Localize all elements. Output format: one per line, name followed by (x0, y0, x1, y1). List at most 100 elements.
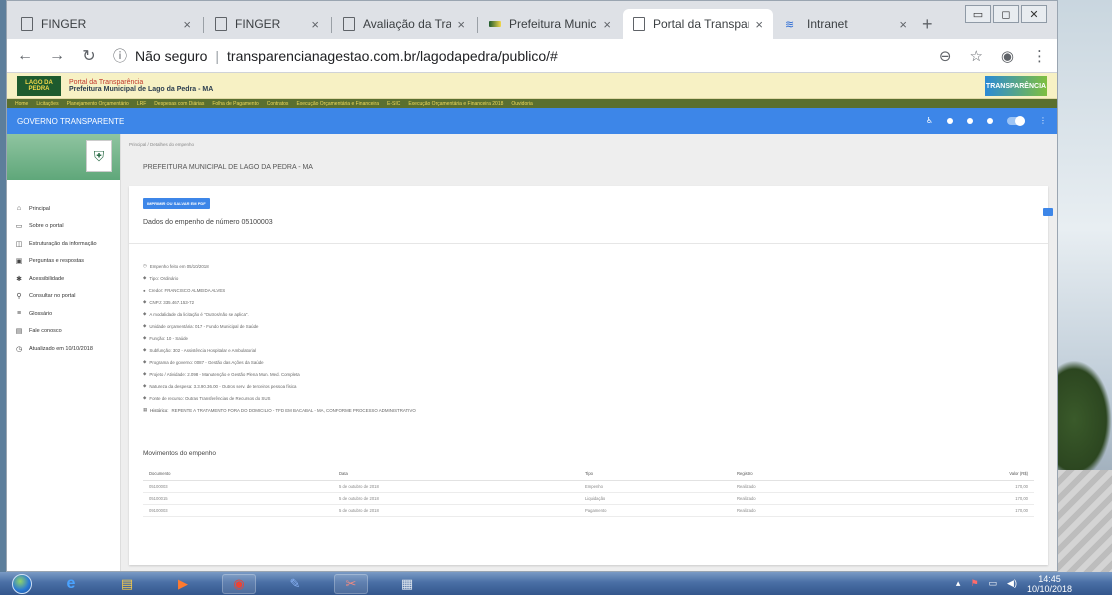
menu-item[interactable]: LRF (137, 101, 146, 107)
document-icon: ▦ (143, 407, 148, 412)
menu-item[interactable]: Home (15, 101, 28, 107)
menu-item[interactable]: Execução Orçamentária e Financeira 2018 (408, 101, 503, 107)
network-icon[interactable]: ▭ (989, 578, 998, 589)
menu-item[interactable]: Ouvidoria (511, 101, 532, 107)
menu-item[interactable]: Planejamento Orçamentário (67, 101, 129, 107)
sidebar: ⛨ ⌂ Principal ▭ Sobre o portal ◫ Estruturaç… (7, 134, 121, 571)
transparencia-logo[interactable]: TRANSPARÊNCIA (985, 76, 1047, 96)
menu-item[interactable]: Despesas com Diárias (154, 101, 204, 107)
font-increase-icon[interactable] (967, 117, 973, 124)
maximize-button[interactable]: ◻ (993, 5, 1019, 23)
table-row: 09100003 5 de outubro de 2018 Pagamento … (143, 504, 1034, 517)
paint-icon[interactable]: ✎ (278, 574, 312, 594)
action-center-icon[interactable]: ⚑ (970, 578, 978, 589)
menu-item[interactable]: Execução Orçamentária e Financeira (296, 101, 379, 107)
clock[interactable]: 14:45 10/10/2018 (1027, 574, 1072, 594)
sidebar-item-principal[interactable]: ⌂ Principal (7, 200, 120, 218)
historico-line: ▦ Histórico: REPENTE A TRATAMENTO FORA DO … (143, 404, 416, 416)
start-button[interactable] (12, 573, 32, 594)
tab-prefeitura[interactable]: Prefeitura Municipal de × (479, 9, 621, 39)
tab-title: FINGER (41, 17, 87, 31)
close-icon[interactable]: × (457, 17, 465, 32)
sidebar-item-label: Principal (29, 205, 51, 212)
table-cell: 05100003 (143, 480, 333, 493)
file-explorer-icon[interactable]: ▤ (110, 574, 144, 594)
tab-finger-2[interactable]: FINGER × (205, 9, 329, 39)
zoom-icon[interactable]: ⊖ (939, 47, 952, 65)
reload-icon[interactable]: ↻ (81, 46, 97, 66)
tab-intranet[interactable]: ≋ Intranet × (775, 9, 917, 39)
tab-avaliacao[interactable]: Avaliação da Transparê × (333, 9, 475, 39)
close-icon[interactable]: × (603, 17, 611, 32)
tag-icon: ◆ (143, 311, 147, 316)
star-icon[interactable]: ☆ (969, 47, 982, 65)
floating-action-button[interactable] (1043, 208, 1053, 216)
sidebar-menu: ⌂ Principal ▭ Sobre o portal ◫ Estruturação… (7, 180, 120, 358)
menu-item[interactable]: Folha de Pagamento (212, 101, 258, 107)
menu-item[interactable]: Licitações (36, 101, 58, 107)
chrome-icon[interactable]: ◉ (222, 573, 256, 594)
theme-toggle[interactable] (1007, 115, 1025, 126)
table-cell: 170,00 (911, 480, 1034, 493)
sidebar-item-sobre[interactable]: ▭ Sobre o portal (7, 218, 120, 236)
sidebar-item-consultar[interactable]: ⚲ Consultar no portal (7, 288, 120, 306)
back-icon[interactable]: ← (17, 47, 33, 65)
ie-icon[interactable]: e (54, 574, 88, 594)
contrast-icon[interactable] (947, 117, 953, 124)
menu-item[interactable]: E-SIC (387, 101, 400, 107)
info-icon[interactable]: ⓘ (113, 46, 127, 66)
accessibility-icon[interactable]: ♿ (926, 116, 933, 125)
menu-icon[interactable]: ⋮ (1032, 47, 1047, 65)
tab-portal-transparencia[interactable]: Portal da Transparência × (623, 9, 773, 39)
snipping-tool-icon[interactable]: ✂ (334, 573, 368, 594)
table-cell: Realizado (731, 480, 911, 493)
volume-icon[interactable]: ◀) (1007, 578, 1017, 589)
city-logo[interactable]: LAGO DA PEDRA (17, 75, 61, 96)
layers-icon: ◫ (15, 240, 23, 248)
table-cell: Liquidação (579, 492, 731, 505)
account-icon[interactable]: ◉ (1001, 47, 1014, 65)
close-icon[interactable]: × (755, 17, 763, 32)
detail-line: ◆ A modalidade da licitação é "Outros/não… (143, 308, 416, 320)
table-cell: 5 de outubro de 2018 (333, 492, 579, 505)
breadcrumb[interactable]: Principal / Detalhes do empenho (129, 142, 194, 147)
calculator-icon[interactable]: ▦ (390, 574, 424, 594)
page-icon (633, 17, 645, 31)
divider (129, 243, 1048, 244)
table-cell: 05100015 (143, 492, 333, 505)
close-icon[interactable]: × (311, 17, 319, 32)
page-icon (215, 17, 227, 31)
home-icon: ⌂ (16, 205, 22, 213)
detail-text: Subfunção: 302 - Assistência Hospitalar … (149, 347, 257, 353)
list-icon: ≡ (16, 310, 22, 318)
page-viewport: LAGO DA PEDRA Portal da Transparência Pr… (7, 73, 1057, 571)
close-icon[interactable]: × (183, 17, 191, 32)
sidebar-banner: ⛨ (7, 134, 120, 180)
url-input[interactable]: ⓘ Não seguro | transparencianagestao.com… (113, 46, 923, 66)
media-player-icon[interactable]: ▶ (166, 574, 200, 594)
close-icon[interactable]: × (899, 17, 907, 32)
tab-separator (477, 17, 478, 33)
sidebar-item-estruturacao[interactable]: ◫ Estruturação da informação (7, 235, 120, 253)
close-window-button[interactable]: ✕ (1021, 5, 1047, 23)
menu-item[interactable]: Contratos (267, 101, 289, 107)
minimize-button[interactable]: ▭ (965, 5, 991, 23)
sidebar-item-fale-conosco[interactable]: ▤ Fale conosco (7, 323, 120, 341)
detail-line: ● Credor: FRANCISCO ALMEIDA ALVES (143, 284, 416, 296)
new-tab-button[interactable]: + (922, 14, 933, 35)
sidebar-item-acessibilidade[interactable]: ✱ Acessibilidade (7, 270, 120, 288)
main-content: Principal / Detalhes do empenho PREFEITU… (121, 134, 1057, 571)
sidebar-item-label: Fale conosco (29, 328, 62, 335)
font-decrease-icon[interactable] (987, 117, 993, 124)
gov-toolbar: ♿ ⋮ (926, 115, 1047, 126)
tab-title: FINGER (235, 17, 281, 31)
more-icon[interactable]: ⋮ (1039, 116, 1047, 125)
column-header: Tipo (579, 468, 731, 481)
forward-icon[interactable]: → (49, 47, 65, 65)
sidebar-item-perguntas[interactable]: ▣ Perguntas e respostas (7, 253, 120, 271)
sidebar-item-glossario[interactable]: ≡ Glossário (7, 305, 120, 323)
tab-finger-1[interactable]: FINGER × (11, 9, 201, 39)
tray-expand-icon[interactable]: ▴ (956, 578, 961, 589)
print-pdf-button[interactable]: IMPRIMIR OU SALVAR EM PDF (143, 198, 210, 209)
sidebar-item-label: Consultar no portal (29, 293, 76, 300)
